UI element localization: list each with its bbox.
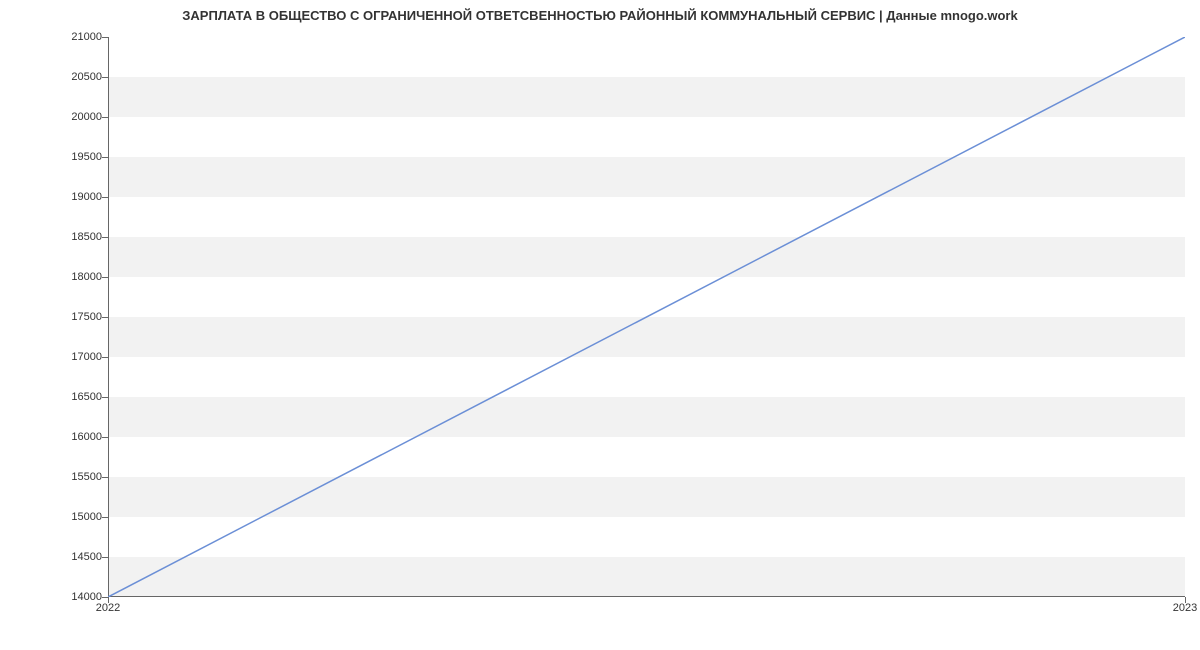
y-tick-label: 19000 [71, 191, 102, 203]
grid-band [108, 157, 1185, 197]
grid-band [108, 317, 1185, 357]
y-tick-label: 14500 [71, 551, 102, 563]
y-tick [102, 37, 108, 38]
y-tick-label: 16000 [71, 431, 102, 443]
grid-band [108, 557, 1185, 597]
y-tick [102, 197, 108, 198]
grid-band [108, 237, 1185, 277]
y-tick [102, 357, 108, 358]
y-tick [102, 237, 108, 238]
chart-container: ЗАРПЛАТА В ОБЩЕСТВО С ОГРАНИЧЕННОЙ ОТВЕТ… [0, 0, 1200, 650]
grid-band [108, 397, 1185, 437]
y-tick-label: 16500 [71, 391, 102, 403]
y-tick [102, 557, 108, 558]
y-tick-label: 19500 [71, 151, 102, 163]
y-tick-label: 20000 [71, 111, 102, 123]
y-tick [102, 277, 108, 278]
chart-title: ЗАРПЛАТА В ОБЩЕСТВО С ОГРАНИЧЕННОЙ ОТВЕТ… [0, 0, 1200, 27]
plot-area [108, 37, 1185, 597]
y-tick-label: 20500 [71, 71, 102, 83]
grid-band [108, 477, 1185, 517]
y-tick-label: 18500 [71, 231, 102, 243]
x-tick-label: 2023 [1173, 602, 1197, 614]
x-tick-label: 2022 [96, 602, 120, 614]
y-tick-label: 18000 [71, 271, 102, 283]
grid-band [108, 77, 1185, 117]
y-tick [102, 117, 108, 118]
y-tick [102, 317, 108, 318]
y-tick-label: 17000 [71, 351, 102, 363]
y-tick [102, 477, 108, 478]
x-axis-line [108, 596, 1185, 597]
y-tick-label: 17500 [71, 311, 102, 323]
y-tick-label: 15000 [71, 511, 102, 523]
y-tick [102, 397, 108, 398]
y-tick [102, 77, 108, 78]
y-tick [102, 517, 108, 518]
y-tick-label: 15500 [71, 471, 102, 483]
y-tick-label: 21000 [71, 31, 102, 43]
y-tick [102, 157, 108, 158]
y-axis-line [108, 37, 109, 597]
y-tick [102, 437, 108, 438]
